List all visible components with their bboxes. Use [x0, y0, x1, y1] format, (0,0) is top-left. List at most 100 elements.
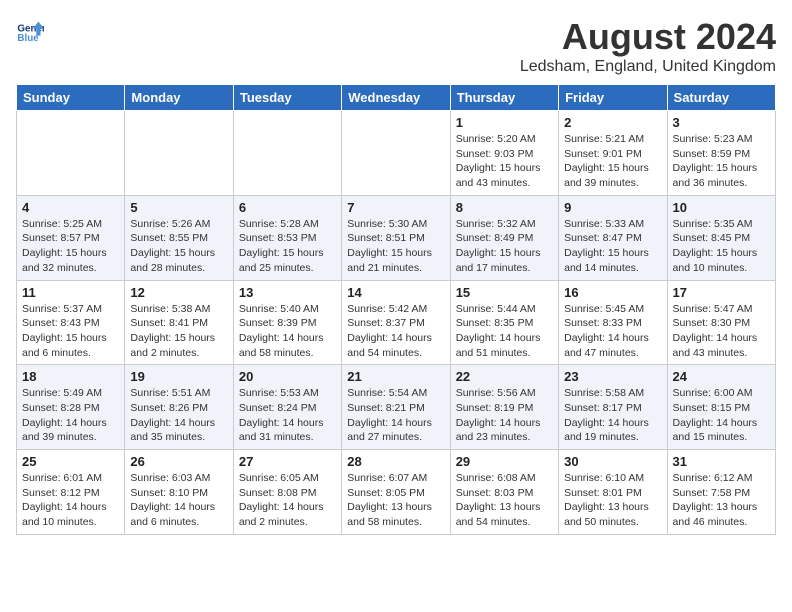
calendar-cell — [342, 111, 450, 196]
day-info: Sunrise: 5:30 AM Sunset: 8:51 PM Dayligh… — [347, 217, 444, 276]
day-number: 22 — [456, 369, 553, 384]
day-info: Sunrise: 5:23 AM Sunset: 8:59 PM Dayligh… — [673, 132, 770, 191]
day-info: Sunrise: 6:01 AM Sunset: 8:12 PM Dayligh… — [22, 471, 119, 530]
logo-icon: General Blue — [16, 16, 44, 44]
weekday-friday: Friday — [559, 85, 667, 111]
weekday-saturday: Saturday — [667, 85, 775, 111]
day-number: 20 — [239, 369, 336, 384]
calendar-cell: 14 Sunrise: 5:42 AM Sunset: 8:37 PM Dayli… — [342, 280, 450, 365]
calendar-cell: 16 Sunrise: 5:45 AM Sunset: 8:33 PM Dayli… — [559, 280, 667, 365]
weekday-thursday: Thursday — [450, 85, 558, 111]
day-info: Sunrise: 6:08 AM Sunset: 8:03 PM Dayligh… — [456, 471, 553, 530]
day-info: Sunrise: 6:03 AM Sunset: 8:10 PM Dayligh… — [130, 471, 227, 530]
day-number: 21 — [347, 369, 444, 384]
day-info: Sunrise: 5:40 AM Sunset: 8:39 PM Dayligh… — [239, 302, 336, 361]
day-number: 14 — [347, 285, 444, 300]
day-info: Sunrise: 5:37 AM Sunset: 8:43 PM Dayligh… — [22, 302, 119, 361]
calendar-cell: 19 Sunrise: 5:51 AM Sunset: 8:26 PM Dayli… — [125, 365, 233, 450]
day-info: Sunrise: 5:54 AM Sunset: 8:21 PM Dayligh… — [347, 386, 444, 445]
day-info: Sunrise: 6:12 AM Sunset: 7:58 PM Dayligh… — [673, 471, 770, 530]
day-number: 23 — [564, 369, 661, 384]
calendar-cell: 15Sunrise: 5:44 AM Sunset: 8:35 PM Dayli… — [450, 280, 558, 365]
day-info: Sunrise: 5:25 AM Sunset: 8:57 PM Dayligh… — [22, 217, 119, 276]
day-number: 16 — [564, 285, 661, 300]
logo: General Blue — [16, 16, 44, 44]
page-header: General Blue August 2024 Ledsham, Englan… — [16, 16, 776, 76]
calendar-cell: 23 Sunrise: 5:58 AM Sunset: 8:17 PM Dayli… — [559, 365, 667, 450]
calendar-cell: 1 Sunrise: 5:20 AM Sunset: 9:03 PM Daylig… — [450, 111, 558, 196]
day-number: 18 — [22, 369, 119, 384]
day-info: Sunrise: 5:45 AM Sunset: 8:33 PM Dayligh… — [564, 302, 661, 361]
calendar-cell: 11 Sunrise: 5:37 AM Sunset: 8:43 PM Dayli… — [17, 280, 125, 365]
day-info: Sunrise: 5:49 AM Sunset: 8:28 PM Dayligh… — [22, 386, 119, 445]
day-number: 19 — [130, 369, 227, 384]
day-info: Sunrise: 6:10 AM Sunset: 8:01 PM Dayligh… — [564, 471, 661, 530]
day-number: 13 — [239, 285, 336, 300]
calendar-cell: 6 Sunrise: 5:28 AM Sunset: 8:53 PM Daylig… — [233, 195, 341, 280]
day-info: Sunrise: 5:28 AM Sunset: 8:53 PM Dayligh… — [239, 217, 336, 276]
day-number: 17 — [673, 285, 770, 300]
calendar-cell: 9 Sunrise: 5:33 AM Sunset: 8:47 PM Daylig… — [559, 195, 667, 280]
day-number: 6 — [239, 200, 336, 215]
calendar-cell: 3Sunrise: 5:23 AM Sunset: 8:59 PM Daylig… — [667, 111, 775, 196]
calendar-cell: 31Sunrise: 6:12 AM Sunset: 7:58 PM Dayli… — [667, 450, 775, 535]
week-row-1: 1 Sunrise: 5:20 AM Sunset: 9:03 PM Daylig… — [17, 111, 776, 196]
day-number: 30 — [564, 454, 661, 469]
weekday-tuesday: Tuesday — [233, 85, 341, 111]
day-number: 5 — [130, 200, 227, 215]
day-number: 2 — [564, 115, 661, 130]
calendar-cell: 13 Sunrise: 5:40 AM Sunset: 8:39 PM Dayli… — [233, 280, 341, 365]
calendar-cell: 17Sunrise: 5:47 AM Sunset: 8:30 PM Dayli… — [667, 280, 775, 365]
day-number: 29 — [456, 454, 553, 469]
day-number: 27 — [239, 454, 336, 469]
calendar-cell: 25 Sunrise: 6:01 AM Sunset: 8:12 PM Dayli… — [17, 450, 125, 535]
calendar-cell: 18 Sunrise: 5:49 AM Sunset: 8:28 PM Dayli… — [17, 365, 125, 450]
day-info: Sunrise: 5:42 AM Sunset: 8:37 PM Dayligh… — [347, 302, 444, 361]
day-number: 24 — [673, 369, 770, 384]
calendar-cell: 24 Sunrise: 6:00 AM Sunset: 8:15 PM Dayli… — [667, 365, 775, 450]
weekday-wednesday: Wednesday — [342, 85, 450, 111]
day-number: 1 — [456, 115, 553, 130]
calendar-cell: 7 Sunrise: 5:30 AM Sunset: 8:51 PM Daylig… — [342, 195, 450, 280]
day-info: Sunrise: 5:51 AM Sunset: 8:26 PM Dayligh… — [130, 386, 227, 445]
month-year: August 2024 — [520, 16, 776, 58]
weekday-header-row: SundayMondayTuesdayWednesdayThursdayFrid… — [17, 85, 776, 111]
calendar-cell: 26Sunrise: 6:03 AM Sunset: 8:10 PM Dayli… — [125, 450, 233, 535]
day-info: Sunrise: 5:38 AM Sunset: 8:41 PM Dayligh… — [130, 302, 227, 361]
location: Ledsham, England, United Kingdom — [520, 58, 776, 76]
calendar-cell: 12 Sunrise: 5:38 AM Sunset: 8:41 PM Dayli… — [125, 280, 233, 365]
day-info: Sunrise: 5:56 AM Sunset: 8:19 PM Dayligh… — [456, 386, 553, 445]
day-info: Sunrise: 5:20 AM Sunset: 9:03 PM Dayligh… — [456, 132, 553, 191]
calendar-cell: 20 Sunrise: 5:53 AM Sunset: 8:24 PM Dayli… — [233, 365, 341, 450]
weekday-sunday: Sunday — [17, 85, 125, 111]
day-number: 10 — [673, 200, 770, 215]
day-info: Sunrise: 6:00 AM Sunset: 8:15 PM Dayligh… — [673, 386, 770, 445]
week-row-4: 18 Sunrise: 5:49 AM Sunset: 8:28 PM Dayli… — [17, 365, 776, 450]
day-number: 11 — [22, 285, 119, 300]
calendar-cell: 5 Sunrise: 5:26 AM Sunset: 8:55 PM Daylig… — [125, 195, 233, 280]
svg-text:Blue: Blue — [17, 33, 39, 44]
day-info: Sunrise: 5:33 AM Sunset: 8:47 PM Dayligh… — [564, 217, 661, 276]
weekday-monday: Monday — [125, 85, 233, 111]
calendar-cell — [17, 111, 125, 196]
day-number: 7 — [347, 200, 444, 215]
day-info: Sunrise: 5:21 AM Sunset: 9:01 PM Dayligh… — [564, 132, 661, 191]
day-info: Sunrise: 5:58 AM Sunset: 8:17 PM Dayligh… — [564, 386, 661, 445]
title-block: August 2024 Ledsham, England, United Kin… — [520, 16, 776, 76]
day-number: 9 — [564, 200, 661, 215]
day-number: 25 — [22, 454, 119, 469]
day-number: 8 — [456, 200, 553, 215]
calendar-cell: 10Sunrise: 5:35 AM Sunset: 8:45 PM Dayli… — [667, 195, 775, 280]
calendar-cell: 8 Sunrise: 5:32 AM Sunset: 8:49 PM Daylig… — [450, 195, 558, 280]
calendar-cell: 30 Sunrise: 6:10 AM Sunset: 8:01 PM Dayli… — [559, 450, 667, 535]
week-row-5: 25 Sunrise: 6:01 AM Sunset: 8:12 PM Dayli… — [17, 450, 776, 535]
calendar-body: 1 Sunrise: 5:20 AM Sunset: 9:03 PM Daylig… — [17, 111, 776, 535]
day-info: Sunrise: 5:32 AM Sunset: 8:49 PM Dayligh… — [456, 217, 553, 276]
day-info: Sunrise: 5:26 AM Sunset: 8:55 PM Dayligh… — [130, 217, 227, 276]
day-info: Sunrise: 5:44 AM Sunset: 8:35 PM Dayligh… — [456, 302, 553, 361]
day-info: Sunrise: 5:53 AM Sunset: 8:24 PM Dayligh… — [239, 386, 336, 445]
calendar-cell: 27 Sunrise: 6:05 AM Sunset: 8:08 PM Dayli… — [233, 450, 341, 535]
day-number: 12 — [130, 285, 227, 300]
calendar-cell: 29 Sunrise: 6:08 AM Sunset: 8:03 PM Dayli… — [450, 450, 558, 535]
day-info: Sunrise: 6:05 AM Sunset: 8:08 PM Dayligh… — [239, 471, 336, 530]
